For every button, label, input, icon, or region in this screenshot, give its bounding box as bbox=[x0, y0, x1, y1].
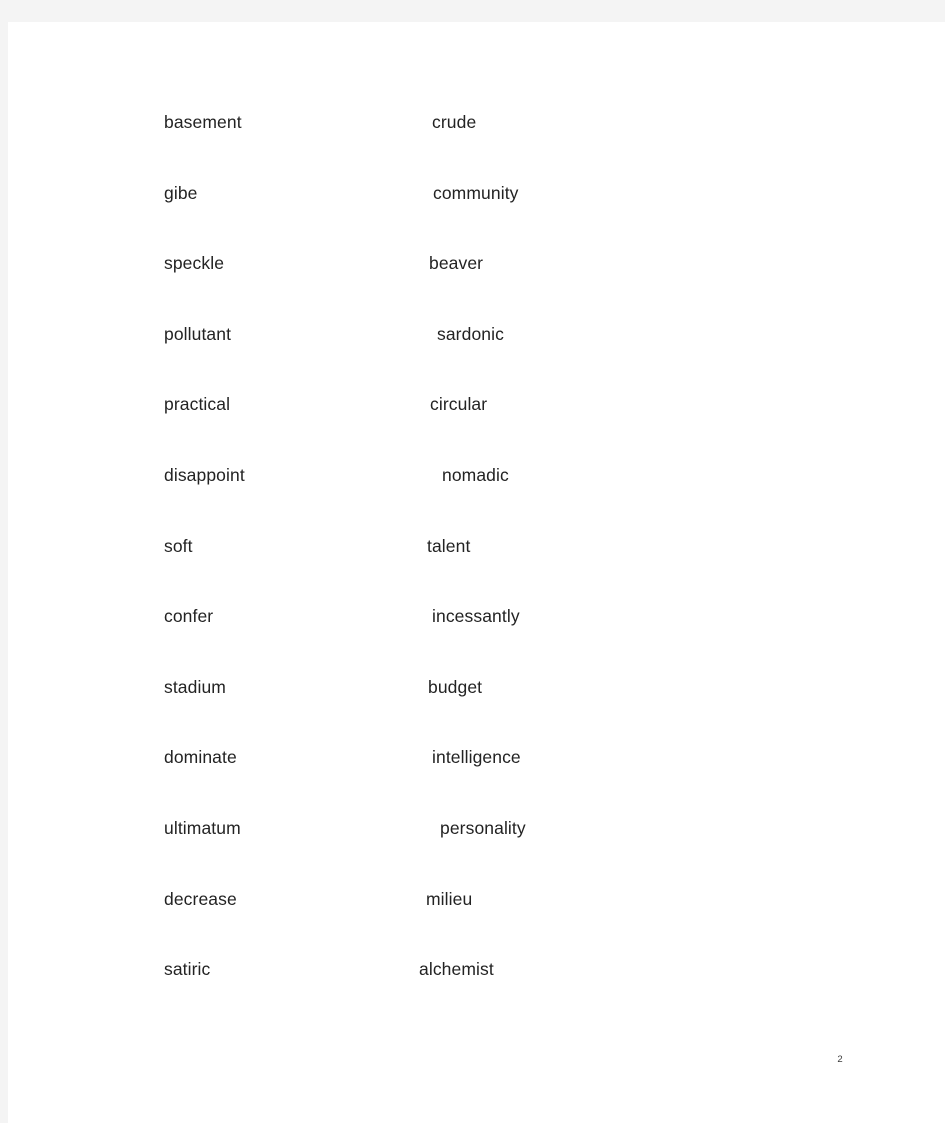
word-left: soft bbox=[164, 535, 193, 556]
word-left: satiric bbox=[164, 959, 211, 980]
word-pair-row: speckle beaver bbox=[8, 249, 945, 277]
word-pair-row: practical circular bbox=[8, 390, 945, 418]
word-left: pollutant bbox=[164, 323, 232, 344]
word-right: nomadic bbox=[442, 465, 509, 485]
word-pair-row: dominate intelligence bbox=[8, 743, 945, 771]
word-left: ultimatum bbox=[164, 818, 241, 838]
word-left: practical bbox=[164, 394, 231, 415]
word-right: intelligence bbox=[432, 747, 521, 768]
document-page: basement crude gibe community speckle beaver p… bbox=[8, 22, 945, 1123]
word-right: crude bbox=[432, 112, 477, 132]
word-left: disappoint bbox=[164, 465, 245, 485]
word-right: circular bbox=[430, 394, 488, 415]
word-pair-row: confer incessantly bbox=[8, 602, 945, 630]
word-left: dominate bbox=[164, 747, 237, 768]
word-pair-row: pollutant sardonic bbox=[8, 320, 945, 348]
word-pair-row: soft talent bbox=[8, 532, 945, 560]
word-right: incessantly bbox=[432, 606, 520, 627]
word-pair-row: stadium budget bbox=[8, 673, 945, 701]
word-left: speckle bbox=[164, 253, 225, 274]
word-left: gibe bbox=[164, 182, 198, 203]
word-left: basement bbox=[164, 112, 242, 132]
word-pair-row: decrease milieu bbox=[8, 885, 945, 913]
word-right: personality bbox=[440, 818, 526, 838]
word-right: beaver bbox=[429, 253, 484, 274]
word-pair-row: ultimatum personality bbox=[8, 814, 945, 842]
word-pair-row: basement crude bbox=[8, 108, 945, 136]
word-right: community bbox=[433, 182, 519, 203]
word-left: decrease bbox=[164, 888, 237, 909]
word-left: stadium bbox=[164, 676, 226, 697]
word-right: sardonic bbox=[437, 323, 504, 344]
word-right: milieu bbox=[426, 888, 473, 909]
page-number: 2 bbox=[837, 1054, 843, 1065]
word-right: budget bbox=[428, 676, 483, 697]
word-pair-row: satiric alchemist bbox=[8, 955, 945, 983]
word-pair-row: gibe community bbox=[8, 179, 945, 207]
word-right: alchemist bbox=[419, 959, 494, 980]
word-pair-row: disappoint nomadic bbox=[8, 461, 945, 489]
word-left: confer bbox=[164, 606, 214, 627]
word-right: talent bbox=[427, 535, 471, 556]
